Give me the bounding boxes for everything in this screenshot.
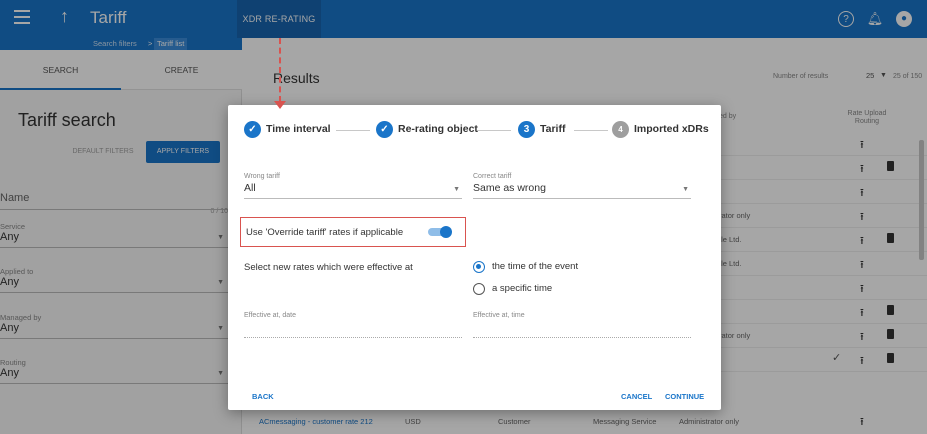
chevron-down-icon: ▼	[682, 186, 689, 193]
radio-label: the time of the event	[492, 261, 579, 272]
radio-selected-icon	[473, 261, 485, 273]
cancel-button[interactable]: CANCEL	[621, 392, 652, 401]
select-rates-label: Select new rates which were effective at	[244, 262, 413, 273]
step-label: Time interval	[266, 123, 331, 135]
chevron-down-icon: ▼	[453, 186, 460, 193]
radio-unselected-icon	[473, 283, 485, 295]
override-tariff-highlight: Use 'Override tariff' rates if applicabl…	[240, 217, 466, 247]
back-button[interactable]: BACK	[252, 392, 274, 401]
correct-tariff-value: Same as wrong	[473, 182, 546, 194]
correct-tariff-select[interactable]: Correct tariff Same as wrong ▼	[473, 173, 691, 199]
step-connector	[336, 130, 370, 131]
annotation-arrow-line	[279, 38, 281, 102]
step-number: 4	[612, 121, 629, 138]
radio-time-of-event[interactable]: the time of the event	[473, 260, 653, 274]
override-tariff-toggle[interactable]	[428, 226, 454, 238]
wrong-tariff-label: Wrong tariff	[244, 173, 280, 180]
step-connector	[477, 130, 511, 131]
step-connector	[574, 130, 608, 131]
step-label: Tariff	[540, 123, 566, 135]
step-label: Re-rating object	[398, 123, 478, 135]
step-number: 3	[518, 121, 535, 138]
effective-date-field[interactable]: Effective at, date	[244, 312, 462, 338]
check-circle-icon: ✓	[376, 121, 393, 138]
effective-time-label: Effective at, time	[473, 312, 525, 319]
correct-tariff-label: Correct tariff	[473, 173, 512, 180]
annotation-arrow-head	[274, 101, 286, 109]
effective-time-field[interactable]: Effective at, time	[473, 312, 691, 338]
radio-label: a specific time	[492, 283, 553, 294]
step-label: Imported xDRs	[634, 123, 709, 135]
re-rating-dialog: ✓ Time interval ✓ Re-rating object 3 Tar…	[228, 105, 721, 410]
effective-date-label: Effective at, date	[244, 312, 297, 319]
override-tariff-label: Use 'Override tariff' rates if applicabl…	[246, 227, 404, 238]
radio-specific-time[interactable]: a specific time	[473, 282, 653, 296]
wrong-tariff-value: All	[244, 182, 256, 194]
continue-button[interactable]: CONTINUE	[665, 392, 704, 401]
check-circle-icon: ✓	[244, 121, 261, 138]
wrong-tariff-select[interactable]: Wrong tariff All ▼	[244, 173, 462, 199]
